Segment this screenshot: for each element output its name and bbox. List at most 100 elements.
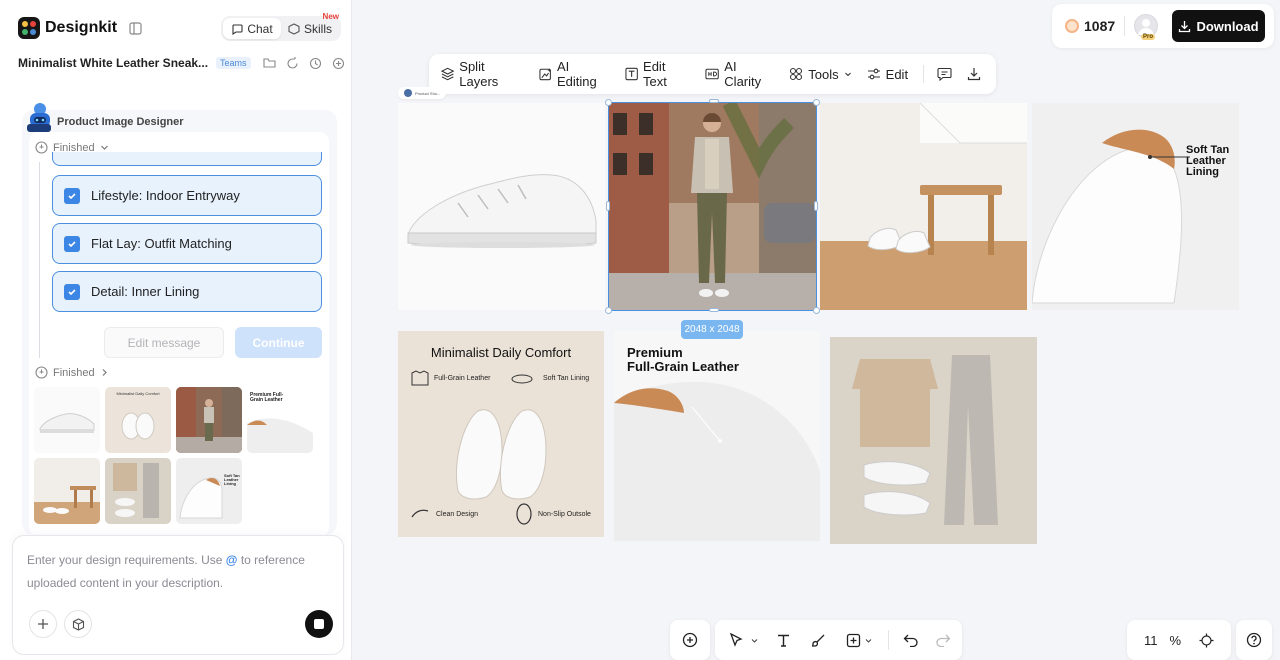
brand-row: Designkit xyxy=(18,17,142,39)
fit-screen-button[interactable] xyxy=(1199,633,1214,648)
shape-tool[interactable] xyxy=(846,633,872,648)
select-tool[interactable] xyxy=(729,632,758,648)
finished-status-bottom[interactable]: Finished xyxy=(35,366,109,379)
resize-handle[interactable] xyxy=(813,307,820,314)
folder-icon[interactable] xyxy=(263,57,276,69)
feature-tan-lining: Soft Tan Lining xyxy=(543,375,590,382)
redo-button[interactable] xyxy=(935,633,951,647)
resize-handle[interactable] xyxy=(709,99,719,103)
finished-label: Finished xyxy=(53,366,95,379)
resize-handle[interactable] xyxy=(606,201,610,211)
add-box-icon xyxy=(846,633,861,647)
sidebar-toggle-icon[interactable] xyxy=(129,21,142,35)
thumbnail-lining[interactable]: Soft Tan Leather Lining xyxy=(176,458,242,524)
download-button[interactable]: Download xyxy=(1172,10,1265,42)
prompt-placeholder[interactable]: Enter your design requirements. Use @ to… xyxy=(27,549,327,595)
canvas-image-infographic[interactable]: Minimalist Daily Comfort Full-Grain Leat… xyxy=(398,331,604,537)
edit-text-button[interactable]: Edit Text xyxy=(625,59,690,89)
thumbnail-flatlay[interactable] xyxy=(105,458,171,524)
coin-icon xyxy=(1065,19,1079,33)
resize-handle[interactable] xyxy=(814,201,818,211)
tab-skills[interactable]: Skills xyxy=(281,18,339,39)
continue-button[interactable]: Continue xyxy=(235,327,322,358)
feature-non-slip: Non-Slip Outsole xyxy=(538,511,591,518)
canvas-image-side-view[interactable] xyxy=(398,103,605,310)
credits-display[interactable]: 1087 xyxy=(1065,18,1115,34)
thumbnail-street-model[interactable] xyxy=(176,387,242,453)
checkbox-checked-icon[interactable] xyxy=(64,283,80,300)
task-card: Finished Lifestyle: Indoor Entryway Flat… xyxy=(29,132,329,537)
thumbnail-side-view[interactable] xyxy=(34,387,100,453)
undo-button[interactable] xyxy=(903,633,919,647)
feature-clean-design: Clean Design xyxy=(436,511,479,518)
status-icon xyxy=(35,141,48,154)
designkit-logo-icon xyxy=(18,17,40,39)
thumbnail-entryway[interactable] xyxy=(34,458,100,524)
resize-handle[interactable] xyxy=(605,99,612,106)
chevron-down-icon xyxy=(865,638,872,643)
ai-editing-button[interactable]: AI Editing xyxy=(539,59,610,89)
edit-message-button[interactable]: Edit message xyxy=(104,327,224,358)
ai-editing-label: AI Editing xyxy=(557,59,597,89)
undo-icon xyxy=(903,634,918,647)
task-item[interactable]: Lifestyle: Indoor Entryway xyxy=(52,175,322,216)
selection-box[interactable] xyxy=(608,102,817,311)
canvas-image-lining[interactable]: Soft Tan Leather Lining xyxy=(1032,103,1239,310)
brush-tool[interactable] xyxy=(811,633,826,648)
resize-handle[interactable] xyxy=(709,308,719,312)
download-label: Download xyxy=(1196,18,1259,34)
at-mention: @ xyxy=(225,553,238,567)
project-title[interactable]: Minimalist White Leather Sneak... xyxy=(18,56,208,70)
tab-chat[interactable]: Chat xyxy=(223,18,281,39)
task-item[interactable]: Flat Lay: Outfit Matching xyxy=(52,223,322,264)
add-attachment-button[interactable] xyxy=(29,610,57,638)
thumbnail-infographic[interactable]: Minimalist Daily Comfort xyxy=(105,387,171,453)
zoom-value[interactable]: 11 xyxy=(1144,633,1158,648)
status-icon xyxy=(35,366,48,379)
download-image-button[interactable] xyxy=(967,67,981,81)
text-box-icon xyxy=(625,67,638,81)
robot-avatar-icon xyxy=(26,102,52,134)
canvas-image-entryway[interactable] xyxy=(820,103,1027,310)
model-select-button[interactable] xyxy=(64,610,92,638)
task-item[interactable]: Detail: Inner Lining xyxy=(52,271,322,312)
split-layers-button[interactable]: Split Layers xyxy=(441,59,524,89)
toolbar-divider xyxy=(888,630,889,650)
resize-handle[interactable] xyxy=(605,307,612,314)
lining-line-3: Lining xyxy=(1186,166,1219,178)
ai-clarity-button[interactable]: AI Clarity xyxy=(705,59,774,89)
canvas-image-flatlay[interactable] xyxy=(830,337,1037,544)
account-bar: 1087 Pro Download xyxy=(1052,4,1274,48)
zoom-unit: % xyxy=(1169,632,1182,648)
comment-icon xyxy=(937,67,952,81)
robot-avatar-icon xyxy=(404,89,412,97)
cursor-icon xyxy=(729,632,743,647)
assistant-name: Product Image Designer xyxy=(57,116,184,128)
canvas-tools xyxy=(670,620,962,660)
toolbar-divider xyxy=(923,65,925,83)
chevron-down-icon xyxy=(844,72,851,77)
history-icon[interactable] xyxy=(309,57,322,70)
add-pin-icon xyxy=(682,632,698,648)
layers-icon xyxy=(441,67,455,81)
brush-icon xyxy=(811,634,825,647)
owner-label-text: Product Sho... xyxy=(415,90,441,96)
new-chat-icon[interactable] xyxy=(332,57,345,70)
edit-button[interactable]: Edit xyxy=(867,67,908,82)
canvas-image-premium-detail[interactable]: Premium Full-Grain Leather xyxy=(614,331,820,541)
resize-handle[interactable] xyxy=(813,99,820,106)
help-button[interactable] xyxy=(1236,620,1272,660)
ai-edit-icon xyxy=(539,68,552,81)
tab-skills-label: Skills xyxy=(303,21,332,36)
tools-dropdown[interactable]: Tools xyxy=(789,67,851,82)
refresh-icon[interactable] xyxy=(286,56,299,70)
checkbox-checked-icon[interactable] xyxy=(64,235,80,252)
text-tool[interactable] xyxy=(776,633,791,648)
add-element-button[interactable] xyxy=(670,620,710,660)
checkbox-checked-icon[interactable] xyxy=(64,187,80,204)
prompt-input[interactable]: Enter your design requirements. Use @ to… xyxy=(12,535,344,655)
stop-generation-button[interactable] xyxy=(305,610,333,638)
comment-button[interactable] xyxy=(937,67,952,81)
plus-icon xyxy=(38,619,48,629)
thumbnail-premium-detail[interactable]: Premium Full-Grain Leather xyxy=(247,387,313,453)
